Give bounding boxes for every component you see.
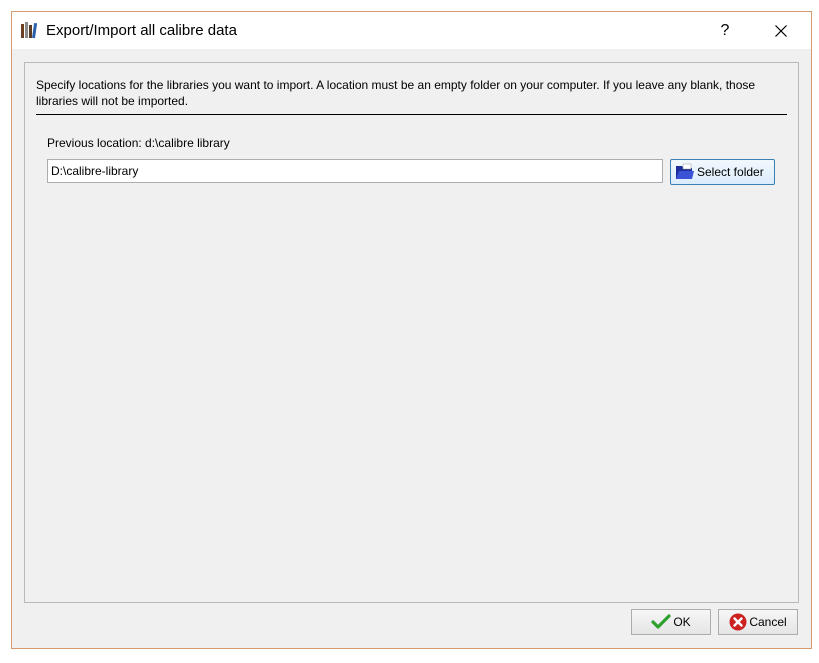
close-icon (775, 24, 787, 37)
title-bar[interactable]: Export/Import all calibre data ? (12, 12, 811, 49)
select-folder-label: Select folder (697, 165, 764, 179)
instructions-text: Specify locations for the libraries you … (36, 78, 756, 108)
cancel-label: Cancel (749, 615, 787, 629)
ok-label: OK (673, 615, 691, 629)
library-path-input[interactable] (47, 159, 663, 183)
close-button[interactable] (758, 12, 804, 49)
ok-button[interactable]: OK (631, 609, 711, 635)
previous-location-label: Previous location: d:\calibre library (47, 136, 230, 150)
window-title: Export/Import all calibre data (46, 22, 237, 39)
help-button[interactable]: ? (702, 12, 748, 49)
checkmark-icon (651, 614, 671, 629)
calibre-books-icon (21, 22, 38, 39)
libraries-panel: Specify locations for the libraries you … (24, 62, 799, 603)
select-folder-button[interactable]: Select folder (670, 159, 775, 185)
cancel-button[interactable]: Cancel (718, 609, 798, 635)
separator-line (36, 114, 787, 115)
open-folder-icon (676, 163, 694, 179)
dialog-window: Export/Import all calibre data ? Specify… (11, 11, 812, 649)
cancel-x-icon (729, 613, 747, 631)
